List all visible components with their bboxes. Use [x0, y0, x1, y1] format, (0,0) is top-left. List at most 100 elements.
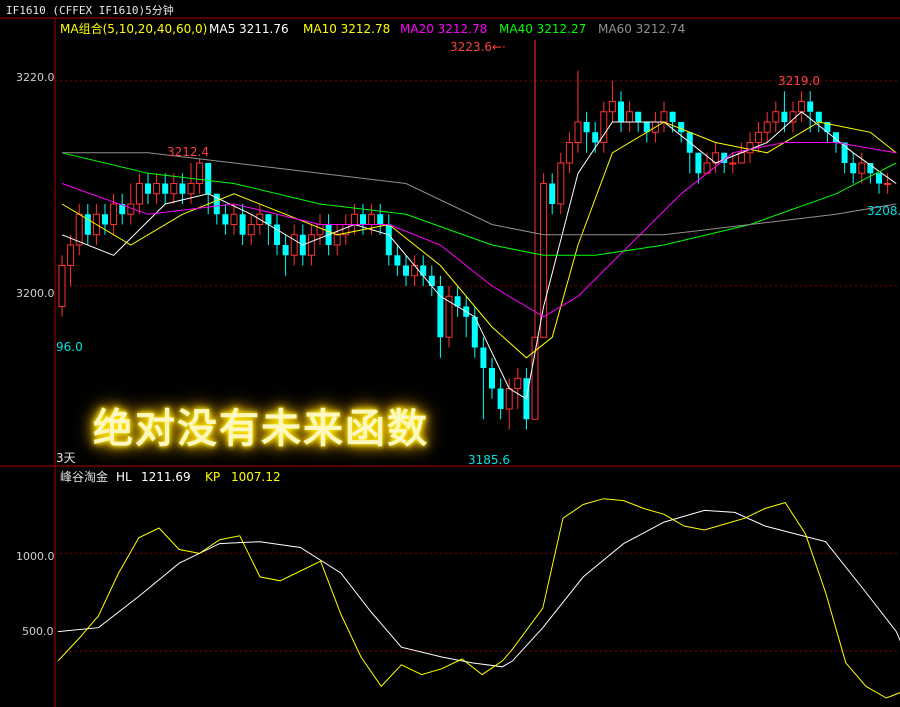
price-axis-label: 3220.0 [16, 71, 55, 84]
chart-canvas [0, 17, 900, 707]
low-price-label: 3185.6 [468, 453, 510, 467]
candle-body [876, 173, 882, 184]
indicator-layer [57, 498, 900, 699]
candle-body [102, 214, 108, 225]
candle-body [565, 142, 573, 164]
candle-body [368, 213, 376, 225]
candle-body [772, 111, 780, 123]
candle-body [746, 142, 754, 154]
arrow-icon: ←· [492, 40, 506, 54]
candle-body [480, 347, 487, 368]
ma-group-label: MA组合(5,10,20,40,60,0) [60, 22, 208, 36]
candle-body [230, 213, 238, 225]
candle-body [428, 275, 435, 286]
candle-body [497, 388, 504, 409]
ma10-legend: MA10 3212.78 [303, 22, 391, 36]
kp-value: 1007.12 [231, 470, 281, 484]
candle-body [67, 244, 75, 266]
candle-body [420, 265, 427, 276]
candle-body [557, 162, 565, 205]
candle-body [135, 183, 143, 205]
ma-line-ma20 [61, 142, 897, 318]
candle-body [333, 234, 341, 246]
candle-body [187, 183, 195, 195]
candle-body [153, 183, 161, 195]
candle-body [884, 183, 892, 185]
candle-body [110, 203, 118, 225]
indicator-name: 峰谷淘金 [60, 470, 109, 484]
ma-line-ma60 [62, 152, 897, 236]
candle-body [316, 224, 324, 236]
candle-body [377, 214, 384, 225]
candle-body [850, 163, 857, 174]
indicator-axis-label: 500.0 [22, 625, 54, 638]
candle-body [608, 101, 616, 113]
candle-body [58, 265, 66, 307]
candle-body [540, 183, 548, 338]
ma40-legend: MA40 3212.27 [499, 22, 587, 36]
candle-body [403, 265, 409, 276]
high-price-label: 3223.6 [450, 40, 492, 54]
candle-body [798, 101, 806, 113]
candle-body [394, 255, 401, 266]
candle-body [858, 162, 866, 174]
candle-body [247, 224, 255, 236]
candle-body [660, 111, 668, 123]
candle-body [574, 121, 582, 143]
candle-body [755, 131, 763, 143]
candle-body [489, 368, 495, 389]
candle-body [239, 214, 246, 235]
candle-body [385, 224, 392, 256]
candle-body [626, 111, 634, 123]
ma5-legend: MA5 3211.76 [209, 22, 289, 36]
ma-line-ma40 [61, 152, 897, 256]
candle-body [763, 121, 771, 133]
candle-body [781, 111, 788, 122]
left-high-label: 3212.4 [167, 145, 209, 159]
candle-body [807, 101, 814, 112]
candle-body [84, 214, 91, 235]
candle-body [196, 162, 204, 184]
candle-body [695, 152, 702, 174]
kp-label: KP [205, 470, 221, 484]
candle-body [350, 213, 358, 225]
candle-body [514, 377, 522, 389]
ma20-legend: MA20 3212.78 [400, 22, 488, 36]
candle-body [205, 163, 212, 194]
candle-body [222, 214, 229, 225]
chart-title: IF1610 (CFFEX IF1610)5分钟 [6, 4, 174, 17]
indicator-line-hl [57, 509, 900, 668]
candle-body [145, 183, 151, 194]
candle-body [549, 183, 556, 204]
ma60-legend: MA60 3212.74 [598, 22, 686, 36]
candle-body [729, 162, 737, 165]
candle-body [179, 183, 186, 194]
price-axis-label: 3200.0 [16, 287, 55, 300]
candle-body [170, 183, 178, 195]
candle-body [789, 111, 797, 123]
banner-text: 绝对没有未来函数 [93, 405, 429, 452]
candle-body [737, 152, 745, 164]
candle-body [583, 122, 590, 133]
candle-body [669, 111, 676, 122]
candles-layer [58, 44, 892, 430]
candle-body [505, 388, 513, 410]
hl-value: 1211.69 [141, 470, 191, 484]
candle-body [360, 214, 366, 225]
candle-body [307, 234, 315, 256]
candle-body [282, 245, 289, 256]
candle-body [678, 122, 685, 133]
hl-label: HL [116, 470, 132, 484]
candle-body [274, 224, 280, 245]
candle-body [815, 111, 822, 122]
day-label: 3天 [56, 451, 76, 465]
candle-body [290, 234, 298, 256]
candle-body [162, 183, 169, 194]
right-high-label: 3219.0 [778, 74, 820, 88]
right-price-label: 3208. [867, 204, 900, 218]
candle-body [635, 111, 642, 122]
chart-frame [0, 17, 900, 707]
left-low-label: 96.0 [56, 340, 83, 354]
candle-body [411, 265, 419, 277]
indicator-axis-label: 1000.0 [16, 550, 55, 563]
